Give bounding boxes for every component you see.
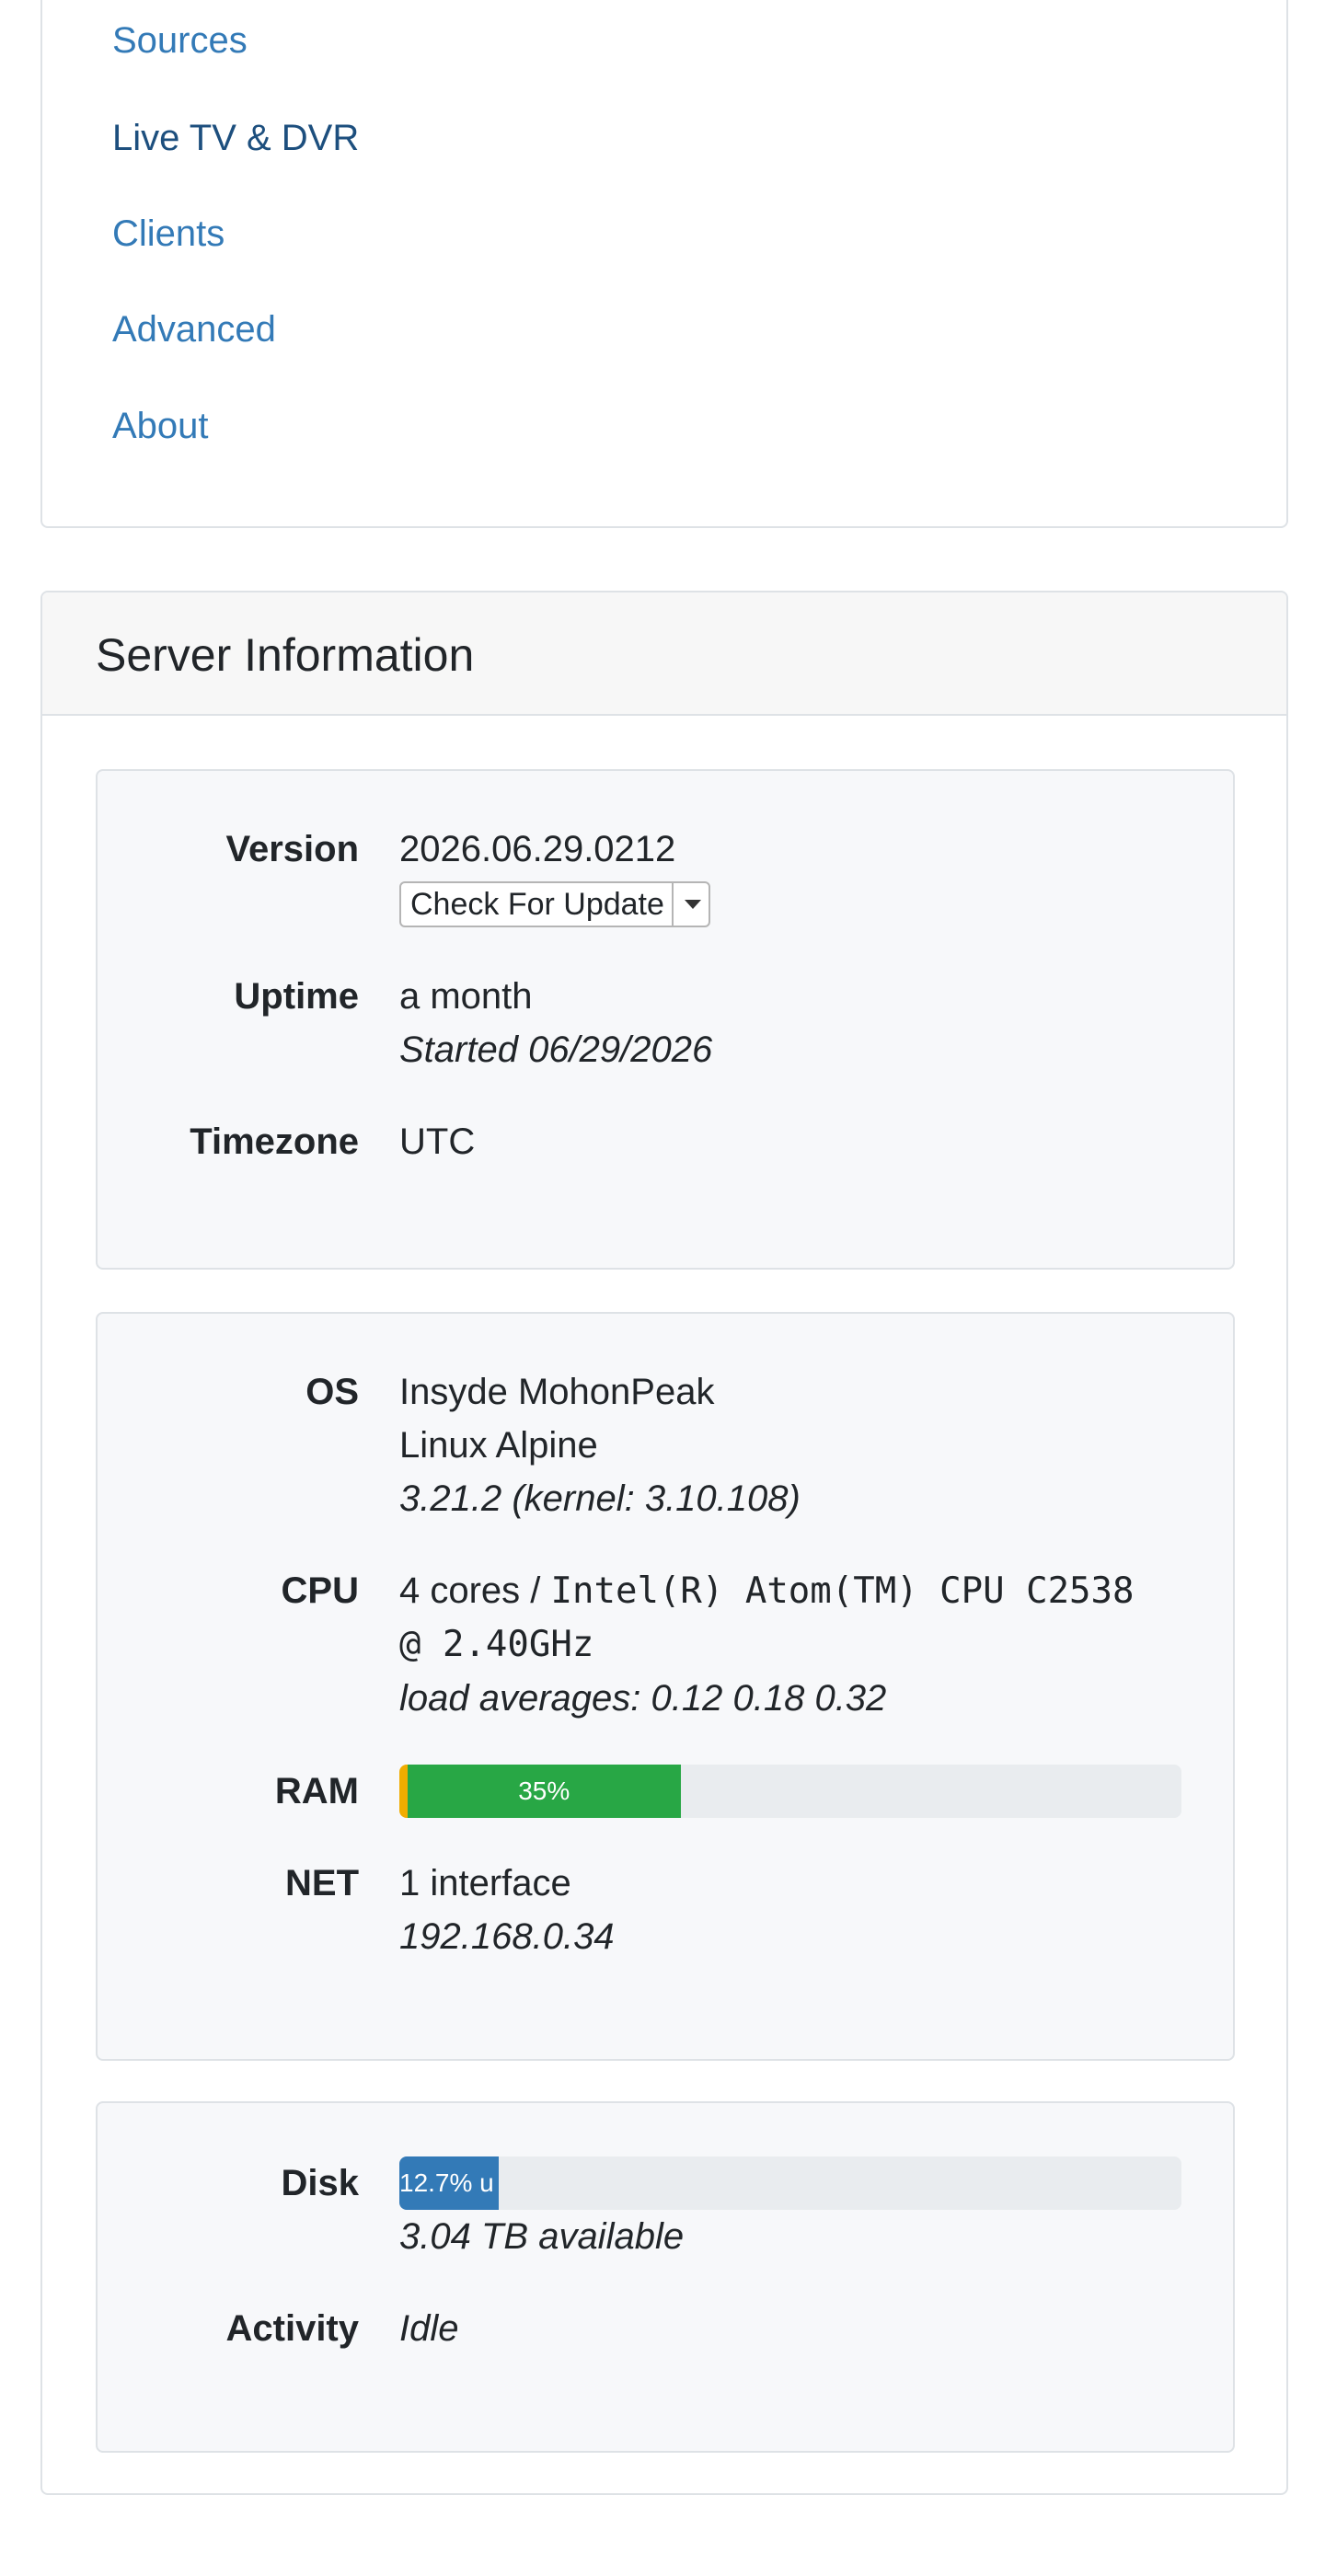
- timezone-value-group: UTC: [399, 1115, 1191, 1168]
- nav-link-clients[interactable]: Clients: [112, 215, 225, 252]
- net-ip-address: 192.168.0.34: [399, 1916, 615, 1957]
- disk-used-segment: 12.7% u: [399, 2156, 499, 2210]
- timezone-label: Timezone: [190, 1121, 359, 1162]
- version-value: 2026.06.29.0212: [399, 829, 676, 869]
- uptime-value: a month: [399, 976, 533, 1017]
- server-information-card: Server Information Version 2026.06.29.02…: [40, 591, 1288, 2495]
- cpu-model-line-1: 4 cores / Intel(R) Atom(TM) CPU C2538: [399, 1564, 1191, 1618]
- activity-value-group: Idle: [399, 2302, 1191, 2355]
- version-value-group: 2026.06.29.0212 Check For Update: [399, 822, 1191, 929]
- uptime-label: Uptime: [234, 976, 359, 1017]
- ram-cache-segment: [399, 1765, 408, 1818]
- disk-progress-bar: 12.7% u: [399, 2156, 1181, 2210]
- nav-link-about[interactable]: About: [112, 408, 209, 444]
- activity-label: Activity: [225, 2308, 360, 2349]
- uptime-value-group: a month Started 06/29/2026: [399, 970, 1191, 1076]
- ram-used-segment: 35%: [407, 1765, 681, 1818]
- os-version: 3.21.2 (kernel: 3.10.108): [399, 1478, 801, 1519]
- system-panel: OS Insyde MohonPeak Linux Alpine 3.21.2 …: [96, 1312, 1235, 2061]
- check-for-update-split-button[interactable]: Check For Update: [399, 881, 710, 927]
- cpu-model-line-2: @ 2.40GHz: [399, 1624, 594, 1665]
- timezone-value: UTC: [399, 1121, 476, 1162]
- version-label: Version: [225, 829, 359, 869]
- net-value-group: 1 interface 192.168.0.34: [399, 1857, 1191, 1963]
- nav-link-advanced[interactable]: Advanced: [112, 311, 276, 348]
- net-label: NET: [285, 1863, 359, 1903]
- cpu-model: Intel(R) Atom(TM) CPU C2538: [550, 1570, 1135, 1612]
- ram-progress-bar: 35%: [399, 1765, 1181, 1818]
- chevron-down-icon[interactable]: [671, 883, 709, 926]
- card-title: Server Information: [96, 629, 475, 681]
- storage-panel: Disk 12.7% u 3.04 TB available Activity …: [96, 2101, 1235, 2453]
- os-label: OS: [305, 1372, 359, 1412]
- nav-link-sources[interactable]: Sources: [112, 22, 248, 59]
- disk-label: Disk: [281, 2163, 360, 2203]
- uptime-started: Started 06/29/2026: [399, 1029, 713, 1070]
- disk-available-group: 3.04 TB available: [399, 2210, 1191, 2263]
- nav-link-live-tv-dvr[interactable]: Live TV & DVR: [112, 120, 359, 156]
- os-distro: Linux Alpine: [399, 1425, 598, 1466]
- cpu-value-group: 4 cores / Intel(R) Atom(TM) CPU C2538 @ …: [399, 1564, 1191, 1725]
- disk-available: 3.04 TB available: [399, 2216, 685, 2257]
- settings-nav-card: Sources Live TV & DVR Clients Advanced A…: [40, 0, 1288, 528]
- version-panel: Version 2026.06.29.0212 Check For Update…: [96, 769, 1235, 1270]
- net-interface-count: 1 interface: [399, 1863, 571, 1903]
- card-header: Server Information: [42, 592, 1286, 716]
- cpu-load-averages: load averages: 0.12 0.18 0.32: [399, 1678, 887, 1719]
- os-name: Insyde MohonPeak: [399, 1372, 715, 1412]
- cpu-label: CPU: [281, 1570, 359, 1611]
- activity-value: Idle: [399, 2308, 459, 2349]
- ram-label: RAM: [274, 1771, 359, 1811]
- os-value-group: Insyde MohonPeak Linux Alpine 3.21.2 (ke…: [399, 1365, 1191, 1525]
- check-for-update-button[interactable]: Check For Update: [401, 883, 672, 926]
- cpu-cores: 4 cores /: [399, 1570, 541, 1611]
